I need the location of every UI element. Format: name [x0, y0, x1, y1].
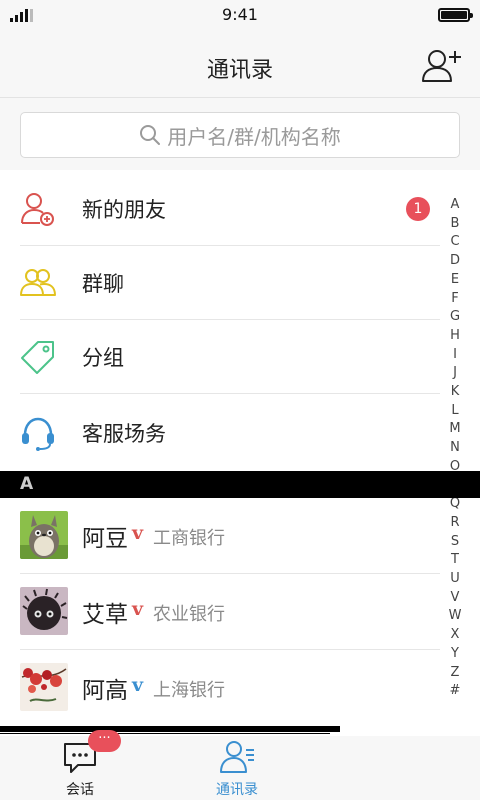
contact-org: 农业银行 — [153, 604, 225, 625]
menu-item-new-friends[interactable]: 新的朋友 1 — [0, 172, 440, 246]
contact-org: 上海银行 — [153, 680, 225, 701]
tab-contacts[interactable]: 通讯录 — [157, 736, 317, 800]
index-letter[interactable]: Q — [450, 495, 460, 514]
add-contact-icon[interactable] — [420, 48, 462, 84]
menu-item-label: 新的朋友 — [82, 198, 166, 222]
headset-icon — [22, 417, 54, 451]
index-letter[interactable]: L — [451, 402, 458, 421]
index-letter[interactable]: Y — [451, 645, 459, 664]
page-title: 通讯录 — [206, 58, 273, 83]
tab-label: 通讯录 — [216, 782, 258, 798]
index-letter[interactable]: # — [450, 682, 461, 701]
index-letter[interactable]: S — [451, 533, 459, 552]
verified-mark: v — [132, 522, 144, 544]
contact-name: 阿豆 — [82, 526, 128, 552]
index-letter[interactable]: W — [449, 607, 462, 626]
index-letter[interactable]: V — [451, 589, 460, 608]
index-letter[interactable]: N — [450, 439, 460, 458]
menu-item-customer-service[interactable]: 客服场务 — [0, 396, 440, 470]
index-letter[interactable]: B — [451, 215, 460, 234]
contact-name: 艾草 — [82, 602, 128, 628]
index-letter[interactable]: D — [450, 252, 460, 271]
status-time: 9:41 — [222, 5, 258, 24]
search-input[interactable]: 用户名/群/机构名称 — [20, 112, 460, 158]
index-letter[interactable]: U — [450, 570, 460, 589]
soot-sprite-avatar — [20, 587, 68, 635]
divider — [20, 393, 440, 394]
menu-item-groups[interactable]: 分组 — [0, 320, 440, 394]
divider — [0, 726, 340, 732]
contact-row[interactable]: 阿豆 v 工商银行 — [0, 498, 440, 574]
menu-item-label: 群聊 — [82, 272, 124, 296]
tab-bar: ··· 会话 通讯录 — [0, 730, 480, 800]
menu-item-label: 客服场务 — [82, 422, 166, 446]
tab-chats[interactable]: ··· 会话 — [0, 730, 160, 800]
new-friend-badge: 1 — [406, 197, 430, 221]
maple-avatar — [20, 663, 68, 711]
index-letter[interactable]: E — [451, 271, 459, 290]
alphabet-index[interactable]: ABCDEFGHIJKLMNOPQRSTUVWXYZ# — [445, 196, 465, 701]
new-friend-icon — [21, 193, 54, 226]
contact-row[interactable]: 阿高 v 上海银行 — [0, 650, 440, 726]
index-letter[interactable]: J — [453, 364, 457, 383]
search-area: 用户名/群/机构名称 — [0, 98, 480, 170]
index-letter[interactable]: R — [450, 514, 459, 533]
contact-name: 阿高 — [82, 678, 128, 704]
chat-badge: ··· — [88, 730, 121, 752]
index-letter[interactable]: Z — [451, 664, 460, 683]
index-letter[interactable]: A — [451, 196, 460, 215]
totoro-avatar — [20, 511, 68, 559]
verified-mark: v — [132, 674, 144, 696]
index-letter[interactable]: I — [453, 346, 457, 365]
index-letter[interactable]: X — [451, 626, 460, 645]
navigation-bar: 通讯录 — [0, 30, 480, 98]
menu-item-label: 分组 — [82, 346, 124, 370]
index-letter[interactable]: G — [450, 308, 460, 327]
section-letter: A — [20, 474, 34, 494]
status-bar: 9:41 — [0, 0, 480, 30]
group-chat-icon — [20, 269, 56, 296]
index-letter[interactable]: F — [451, 290, 458, 309]
battery-icon — [438, 8, 473, 22]
search-placeholder: 用户名/群/机构名称 — [167, 124, 341, 149]
divider — [0, 733, 330, 734]
contact-row[interactable]: 艾草 v 农业银行 — [0, 574, 440, 650]
contact-org: 工商银行 — [153, 528, 225, 549]
index-letter[interactable]: H — [450, 327, 460, 346]
contacts-icon — [220, 741, 254, 773]
verified-mark: v — [132, 598, 144, 620]
section-header: A — [0, 471, 480, 498]
menu-item-group-chat[interactable]: 群聊 — [0, 246, 440, 320]
tag-icon — [21, 341, 54, 374]
index-letter[interactable]: T — [451, 551, 459, 570]
index-letter[interactable]: C — [450, 233, 459, 252]
search-icon — [140, 125, 161, 145]
index-letter[interactable]: K — [451, 383, 460, 402]
index-letter[interactable]: M — [449, 420, 460, 439]
tab-label: 会话 — [66, 782, 94, 798]
